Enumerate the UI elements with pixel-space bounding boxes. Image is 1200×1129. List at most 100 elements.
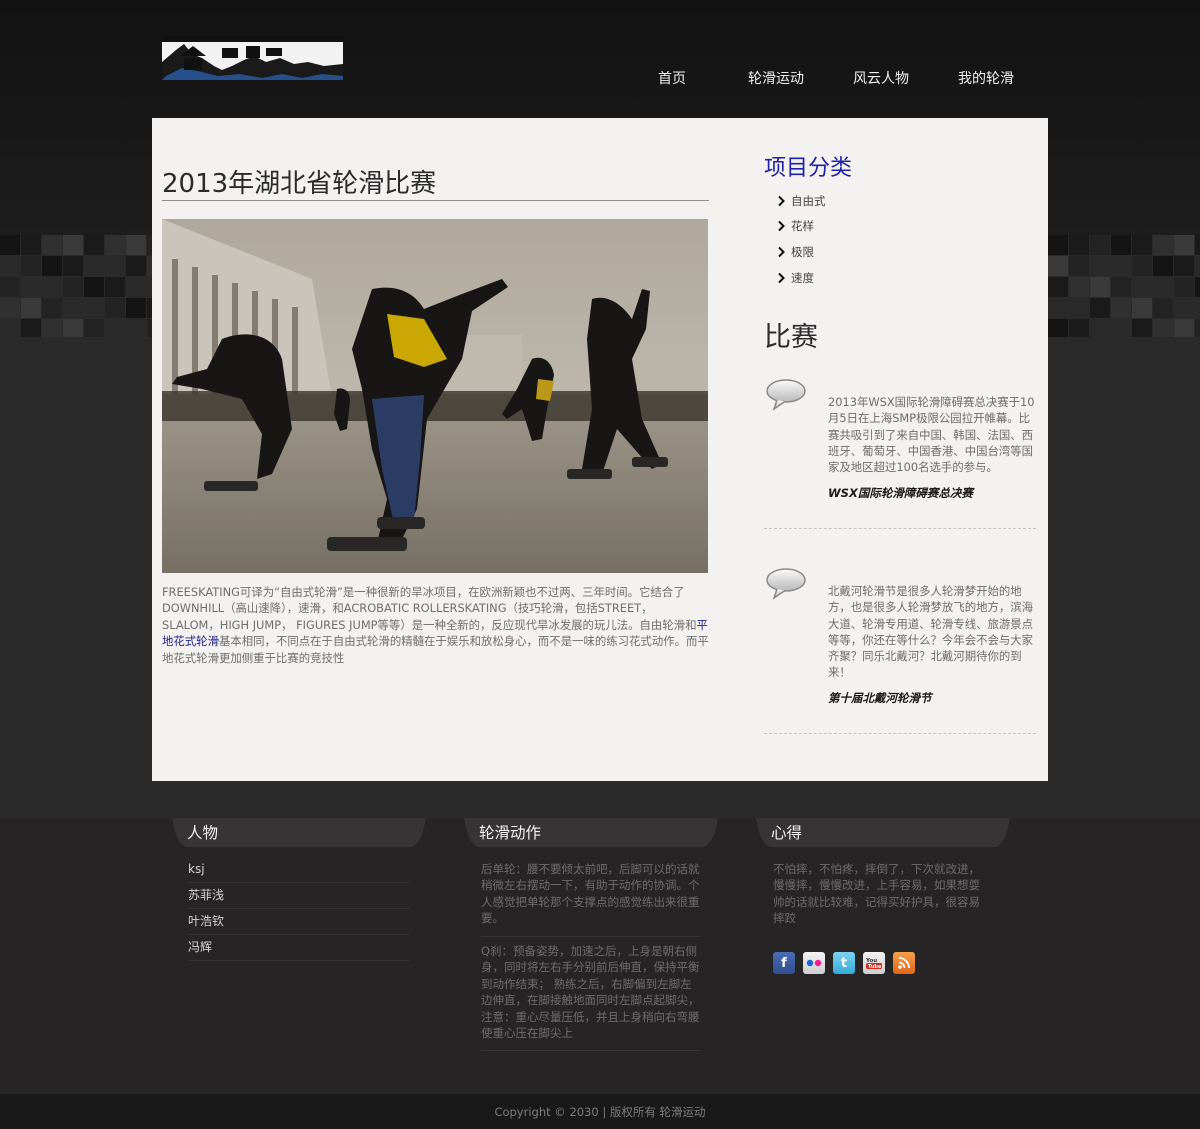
move-divider <box>481 936 701 937</box>
checker-tile <box>1174 277 1194 297</box>
checker-tile <box>1090 277 1110 297</box>
checker-tile <box>1048 319 1068 337</box>
people-item[interactable]: 冯辉 <box>188 935 410 961</box>
checker-tile <box>21 298 41 318</box>
race-heading: 比赛 <box>764 322 818 353</box>
checker-tile <box>63 235 83 255</box>
checker-tile <box>1153 319 1173 337</box>
checker-tile <box>1048 235 1068 255</box>
race-description: 北戴河轮滑节是很多人轮滑梦开始的地方，也是很多人轮滑梦放飞的地方，滨海大道、轮滑… <box>828 584 1034 680</box>
checker-tile <box>1069 319 1089 337</box>
move-description: Q刹：预备姿势，加速之后，上身是朝右侧身，同时将左右手分别前后伸直，保持平衡到动… <box>481 944 700 1041</box>
checker-tile <box>0 298 20 318</box>
checker-tile <box>1132 235 1152 255</box>
category-label: 花样 <box>791 219 814 234</box>
checker-tile <box>1132 319 1152 337</box>
checker-tile <box>126 256 146 276</box>
checker-tile <box>42 298 62 318</box>
title-divider <box>162 200 709 201</box>
flickr-icon[interactable] <box>803 952 825 974</box>
people-item[interactable]: 叶浩钦 <box>188 909 410 935</box>
site-logo[interactable] <box>162 36 343 80</box>
category-label: 速度 <box>791 270 814 285</box>
checker-tile <box>105 277 125 297</box>
nav-my-skating[interactable]: 我的轮滑 <box>958 68 1014 88</box>
race-divider <box>764 528 1036 529</box>
checker-tile <box>1111 277 1131 297</box>
article-text-part1: FREESKATING可译为“自由式轮滑”是一种很新的旱冰项目，在欧洲新颖也不过… <box>162 585 697 632</box>
checker-tile <box>126 298 146 318</box>
checker-tile <box>84 277 104 297</box>
checker-tile <box>1132 298 1152 318</box>
notes-text: 不怕摔，不怕疼，摔倒了，下次就改进，慢慢摔，慢慢改进，上手容易，如果想耍帅的话就… <box>773 862 980 926</box>
checker-tile <box>1069 277 1089 297</box>
race-title-link[interactable]: 第十届北戴河轮滑节 <box>828 690 932 706</box>
chevron-right-icon <box>778 195 785 207</box>
facebook-icon[interactable]: f <box>773 952 795 974</box>
checker-tile <box>21 256 41 276</box>
category-heading: 项目分类 <box>764 156 853 181</box>
people-item[interactable]: 苏菲浅 <box>188 883 410 909</box>
category-label: 自由式 <box>791 193 826 208</box>
checker-tile <box>21 235 41 255</box>
checker-tile <box>1069 256 1089 276</box>
checker-tile <box>1090 298 1110 318</box>
footer-heading-moves: 轮滑动作 <box>479 824 542 842</box>
category-list: 自由式 花样 极限 速度 <box>776 188 826 290</box>
checker-tile <box>42 256 62 276</box>
checker-tile <box>0 235 20 255</box>
article-photo <box>162 219 708 573</box>
race-title-link[interactable]: WSX国际轮滑障碍赛总决赛 <box>828 485 973 501</box>
checker-tile <box>1090 235 1110 255</box>
category-item-freestyle[interactable]: 自由式 <box>776 188 826 214</box>
chevron-right-icon <box>778 246 785 258</box>
nav-home[interactable]: 首页 <box>658 68 686 88</box>
race-divider <box>764 733 1036 734</box>
checker-tile <box>63 319 83 337</box>
speech-bubble-icon <box>766 379 806 411</box>
checker-tile <box>0 277 20 297</box>
checker-tile <box>1111 235 1131 255</box>
nav-skating-sport[interactable]: 轮滑运动 <box>748 68 804 88</box>
svg-text:Tube: Tube <box>868 964 882 970</box>
race-description: 2013年WSX国际轮滑障碍赛总决赛于10月5日在上海SMP极限公园拉开帷幕。比… <box>828 395 1035 475</box>
checker-tile <box>1069 235 1089 255</box>
checker-tile <box>1195 319 1200 337</box>
article-text-part2: 基本相同，不同点在于自由式轮滑的精髓在于娱乐和放松身心，而不是一味的练习花式动作… <box>162 634 709 665</box>
people-list: ksj 苏菲浅 叶浩钦 冯辉 <box>188 857 410 961</box>
category-item-figure[interactable]: 花样 <box>776 214 826 240</box>
checker-decoration-left <box>0 235 152 337</box>
youtube-icon[interactable]: You Tube <box>863 952 885 974</box>
checker-tile <box>1153 256 1173 276</box>
article-title: 2013年湖北省轮滑比赛 <box>162 169 437 199</box>
people-item[interactable]: ksj <box>188 857 410 883</box>
checker-tile <box>1153 298 1173 318</box>
checker-tile <box>84 235 104 255</box>
category-item-extreme[interactable]: 极限 <box>776 239 826 265</box>
checker-tile <box>42 319 62 337</box>
checker-tile <box>1153 235 1173 255</box>
speech-bubble-icon <box>766 568 806 600</box>
move-divider <box>481 1050 701 1051</box>
nav-famous-people[interactable]: 风云人物 <box>853 68 909 88</box>
checker-tile <box>126 235 146 255</box>
checker-tile <box>1174 256 1194 276</box>
footer-heading-people: 人物 <box>187 824 219 842</box>
copyright-text: Copyright © 2030 | 版权所有 轮滑运动 <box>494 1105 706 1119</box>
checker-tile <box>1048 256 1068 276</box>
twitter-icon[interactable]: t <box>833 952 855 974</box>
chevron-right-icon <box>778 221 785 232</box>
checker-tile <box>42 235 62 255</box>
category-item-speed[interactable]: 速度 <box>776 265 826 291</box>
checker-tile <box>1174 319 1194 337</box>
checker-tile <box>1048 277 1068 297</box>
checker-tile <box>63 256 83 276</box>
checker-tile <box>1195 277 1200 297</box>
rss-icon[interactable] <box>893 952 915 974</box>
checker-tile <box>105 298 125 318</box>
move-description: 后单轮：腰不要倾太前吧，后脚可以的话就稍微左右摆动一下，有助于动作的协调。个人感… <box>481 862 700 926</box>
checker-decoration-right <box>1048 235 1200 337</box>
checker-tile <box>105 235 125 255</box>
checker-tile <box>84 319 104 337</box>
checker-tile <box>63 277 83 297</box>
